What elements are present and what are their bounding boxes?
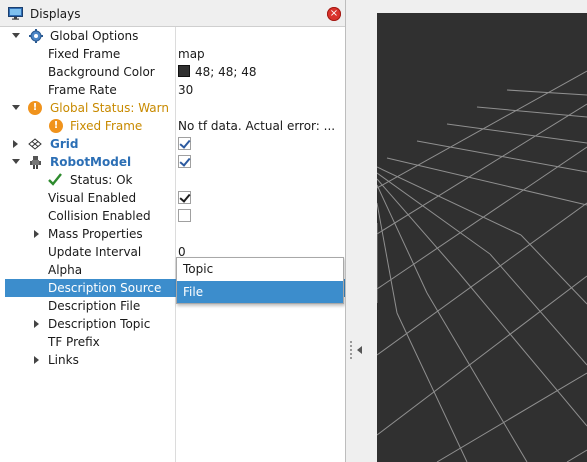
status-ok-label: Status: Ok xyxy=(70,173,133,187)
dropdown-option-topic[interactable]: Topic xyxy=(177,258,343,280)
splitter-grip[interactable] xyxy=(350,341,352,359)
collapse-arrow-icon[interactable] xyxy=(13,140,18,148)
tree-row-global-status[interactable]: ! Global Status: Warn xyxy=(5,99,345,117)
background-color-value[interactable]: 48; 48; 48 xyxy=(178,65,257,79)
expand-arrow-icon[interactable] xyxy=(12,105,20,110)
panel-title: Displays xyxy=(30,7,81,21)
fixed-frame-value[interactable]: map xyxy=(178,47,205,61)
monitor-icon xyxy=(8,7,23,20)
panel-splitter[interactable] xyxy=(346,0,377,462)
description-topic-label: Description Topic xyxy=(48,317,151,331)
fixed-frame-label: Fixed Frame xyxy=(48,47,121,61)
close-button[interactable]: × xyxy=(327,7,341,21)
frame-rate-label: Frame Rate xyxy=(48,83,117,97)
collapse-arrow-icon[interactable] xyxy=(34,230,39,238)
warning-icon: ! xyxy=(49,119,63,133)
links-label: Links xyxy=(48,353,79,367)
background-color-label: Background Color xyxy=(48,65,155,79)
grid-icon xyxy=(28,138,42,150)
3d-viewport[interactable] xyxy=(377,13,587,462)
tree-row-grid[interactable]: Grid xyxy=(5,135,345,153)
tree-row-fixed-frame[interactable]: Fixed Frame map xyxy=(5,45,345,63)
tree-row-status-fixed-frame[interactable]: ! Fixed Frame No tf data. Actual error: … xyxy=(5,117,345,135)
visual-enabled-label: Visual Enabled xyxy=(48,191,137,205)
global-options-label: Global Options xyxy=(50,29,139,43)
tree-row-links[interactable]: Links xyxy=(5,351,345,369)
global-status-label: Global Status: Warn xyxy=(50,101,169,115)
description-source-dropdown[interactable]: Topic File xyxy=(176,257,344,304)
background-color-text: 48; 48; 48 xyxy=(195,65,257,79)
status-fixed-frame-value: No tf data. Actual error: ... xyxy=(178,119,336,133)
collapse-arrow-icon[interactable] xyxy=(34,320,39,328)
grid-render xyxy=(377,70,587,462)
expand-arrow-icon[interactable] xyxy=(12,159,20,164)
tree-row-description-topic[interactable]: Description Topic xyxy=(5,315,345,333)
collapse-arrow-icon[interactable] xyxy=(34,356,39,364)
tree-row-background-color[interactable]: Background Color 48; 48; 48 xyxy=(5,63,345,81)
visual-enabled-checkbox[interactable] xyxy=(178,191,191,204)
grid-checkbox[interactable] xyxy=(178,137,191,150)
robot-model-label: RobotModel xyxy=(50,155,132,169)
update-interval-label: Update Interval xyxy=(48,245,142,259)
color-swatch[interactable] xyxy=(178,65,190,77)
tree-row-frame-rate[interactable]: Frame Rate 30 xyxy=(5,81,345,99)
tree-row-robot-model[interactable]: RobotModel xyxy=(5,153,345,171)
check-icon xyxy=(48,173,62,186)
tree-row-visual-enabled[interactable]: Visual Enabled xyxy=(5,189,345,207)
collapse-left-icon[interactable] xyxy=(357,346,362,354)
mass-properties-label: Mass Properties xyxy=(48,227,143,241)
tree-row-mass-properties[interactable]: Mass Properties xyxy=(5,225,345,243)
dropdown-option-file[interactable]: File xyxy=(177,281,343,303)
tree-row-tf-prefix[interactable]: TF Prefix xyxy=(5,333,345,351)
displays-panel: Displays × Global Options Fixed Frame ma… xyxy=(0,0,346,462)
panel-header: Displays × xyxy=(0,0,346,27)
robot-model-checkbox[interactable] xyxy=(178,155,191,168)
expand-arrow-icon[interactable] xyxy=(12,33,20,38)
tree-row-global-options[interactable]: Global Options xyxy=(5,27,345,45)
description-source-label: Description Source xyxy=(48,281,162,295)
collision-enabled-label: Collision Enabled xyxy=(48,209,151,223)
frame-rate-value[interactable]: 30 xyxy=(178,83,193,97)
collision-enabled-checkbox[interactable] xyxy=(178,209,191,222)
tree-row-collision-enabled[interactable]: Collision Enabled xyxy=(5,207,345,225)
description-file-label: Description File xyxy=(48,299,141,313)
alpha-label: Alpha xyxy=(48,263,83,277)
grid-label: Grid xyxy=(50,137,79,151)
status-fixed-frame-label: Fixed Frame xyxy=(70,119,143,133)
tf-prefix-label: TF Prefix xyxy=(48,335,100,349)
gear-icon xyxy=(29,29,43,43)
tree-row-status-ok[interactable]: Status: Ok xyxy=(5,171,345,189)
warning-icon: ! xyxy=(28,101,42,115)
robot-icon xyxy=(30,156,41,169)
